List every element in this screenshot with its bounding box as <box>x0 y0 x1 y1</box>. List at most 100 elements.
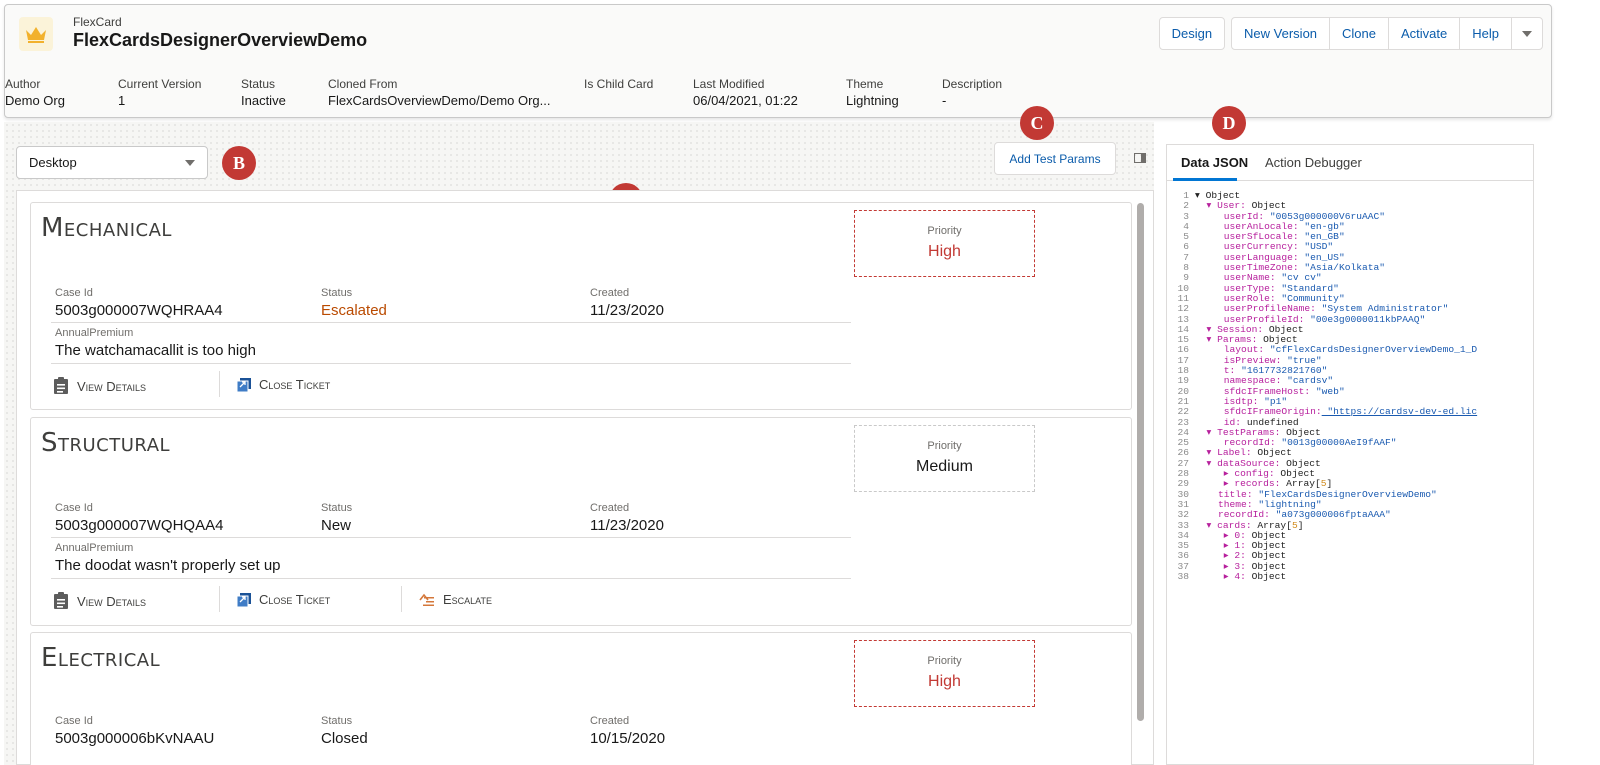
status-label: Status <box>321 502 353 514</box>
meta-description: Description - <box>942 77 1002 108</box>
created-label: Created <box>590 715 630 727</box>
annual-premium-label: AnnualPremium <box>55 542 134 554</box>
case-id-value: 5003g000007WQHQAA4 <box>55 517 224 534</box>
new-version-button[interactable]: New Version <box>1231 17 1331 50</box>
status-value: Escalated <box>321 302 387 319</box>
json-line-number: 32 <box>1177 509 1189 521</box>
created-field: Created 11/23/2020 <box>590 287 664 319</box>
device-select-value: Desktop <box>29 155 77 170</box>
case-id-value: 5003g000007WQHRAA4 <box>55 302 223 319</box>
add-test-params-button[interactable]: Add Test Params <box>994 142 1116 175</box>
action-divider <box>219 371 220 397</box>
card-title: Electrical <box>41 643 161 673</box>
json-value: Object <box>1245 570 1287 582</box>
callout-badge-d: D <box>1212 106 1246 140</box>
close-ticket-action[interactable]: Close Ticket <box>237 592 330 607</box>
design-button[interactable]: Design <box>1158 17 1226 50</box>
json-line-number: 38 <box>1177 570 1189 582</box>
meta-author-value: Demo Org <box>5 93 65 108</box>
close-ticket-label: Close Ticket <box>259 592 331 607</box>
meta-description-label: Description <box>942 77 1003 91</box>
case-id-label: Case Id <box>55 502 93 514</box>
active-tab-indicator <box>1173 178 1237 181</box>
priority-label: Priority <box>927 225 962 237</box>
meta-last-modified: Last Modified 06/04/2021, 01:22 <box>693 77 798 108</box>
panel-toggle-button[interactable] <box>1128 146 1152 170</box>
close-ticket-icon <box>237 592 251 607</box>
view-details-action[interactable]: View Details <box>53 377 146 395</box>
close-ticket-action[interactable]: Close Ticket <box>237 377 330 392</box>
cards-scrollbar[interactable] <box>1137 203 1144 721</box>
field-divider <box>51 537 851 538</box>
priority-box: Priority High <box>854 210 1035 277</box>
case-id-value: 5003g000006bKvNAAU <box>55 730 215 747</box>
callout-badge-b: B <box>222 146 256 180</box>
field-divider <box>51 363 851 364</box>
crown-icon <box>19 17 53 51</box>
annual-premium-field: AnnualPremium The watchamacallit is too … <box>55 327 256 359</box>
annual-premium-value: The doodat wasn't properly set up <box>55 557 281 574</box>
status-field: Status New <box>321 502 352 534</box>
json-key[interactable]: ▸ 4: <box>1195 571 1246 582</box>
json-viewer[interactable]: 1 ▾ Object 2 ▾ User: Object 3 userId: "0053… <box>1167 191 1533 764</box>
chevron-down-icon <box>185 159 195 166</box>
view-details-icon <box>54 592 68 609</box>
meta-version-value: 1 <box>118 93 126 108</box>
status-label: Status <box>321 287 353 299</box>
action-divider <box>401 586 402 612</box>
meta-modified-label: Last Modified <box>693 77 765 91</box>
json-line: 38 ▸ 4: Object <box>1167 570 1533 582</box>
action-divider <box>219 586 220 612</box>
tab-data-json[interactable]: Data JSON <box>1181 155 1248 170</box>
meta-status-label: Status <box>241 77 276 91</box>
json-value: "00e3g0000011kbPAAQ" <box>1304 313 1426 325</box>
priority-box: Priority Medium <box>854 425 1035 492</box>
status-value: Closed <box>321 730 368 747</box>
header-top: FlexCard FlexCardsDesignerOverviewDemo D… <box>5 5 1551 61</box>
field-divider <box>51 322 851 323</box>
case-id-label: Case Id <box>55 287 93 299</box>
escalate-action[interactable]: Escalate <box>419 592 492 607</box>
device-select[interactable]: Desktop <box>16 146 208 179</box>
status-value: New <box>321 517 352 534</box>
card-structural: Structural Priority Medium Case Id 5003g… <box>30 417 1132 626</box>
card-mechanical: Mechanical Priority High Case Id 5003g00… <box>30 202 1132 410</box>
meta-version: Current Version 1 <box>118 77 201 108</box>
panel-toggle-icon <box>1134 153 1146 163</box>
annual-premium-label: AnnualPremium <box>55 327 134 339</box>
json-value[interactable]: "https://cardsv-dev-ed.lic <box>1322 406 1477 417</box>
right-gutter <box>1540 144 1600 765</box>
meta-cloned-label: Cloned From <box>328 77 398 91</box>
view-details-label: View Details <box>77 593 147 609</box>
page-title: FlexCardsDesignerOverviewDemo <box>73 30 368 50</box>
meta-theme-value: Lightning <box>846 93 899 108</box>
activate-button[interactable]: Activate <box>1388 17 1461 50</box>
view-details-label: View Details <box>77 378 147 394</box>
meta-description-value: - <box>942 93 947 108</box>
meta-theme: Theme Lightning <box>846 77 899 108</box>
close-ticket-label: Close Ticket <box>259 377 331 392</box>
meta-cloned-value[interactable]: FlexCardsOverviewDemo/Demo Org... <box>328 93 551 108</box>
meta-author-label: Author <box>5 77 41 91</box>
status-label: Status <box>321 715 353 727</box>
header-button-group: Design New Version Clone Activate Help <box>1158 17 1543 50</box>
card-title: Structural <box>41 428 171 458</box>
annual-premium-value: The watchamacallit is too high <box>55 342 256 359</box>
card-title: Mechanical <box>41 213 172 243</box>
tab-action-debugger[interactable]: Action Debugger <box>1265 155 1362 170</box>
clone-button[interactable]: Clone <box>1329 17 1389 50</box>
view-details-action[interactable]: View Details <box>53 592 146 610</box>
case-id-field: Case Id 5003g000007WQHRAA4 <box>55 287 223 319</box>
created-field: Created 10/15/2020 <box>590 715 665 747</box>
more-actions-button[interactable] <box>1511 17 1543 50</box>
record-header: FlexCard FlexCardsDesignerOverviewDemo D… <box>4 4 1552 118</box>
help-button[interactable]: Help <box>1459 17 1512 50</box>
chevron-down-icon <box>1522 30 1532 37</box>
meta-cloned-from: Cloned From FlexCardsOverviewDemo/Demo O… <box>328 77 551 108</box>
json-array-length: 5 <box>1291 519 1298 531</box>
created-value: 11/23/2020 <box>590 517 664 534</box>
field-divider <box>51 578 851 579</box>
created-label: Created <box>590 502 630 514</box>
escalate-icon <box>419 593 434 606</box>
annual-premium-field: AnnualPremium The doodat wasn't properly… <box>55 542 281 574</box>
